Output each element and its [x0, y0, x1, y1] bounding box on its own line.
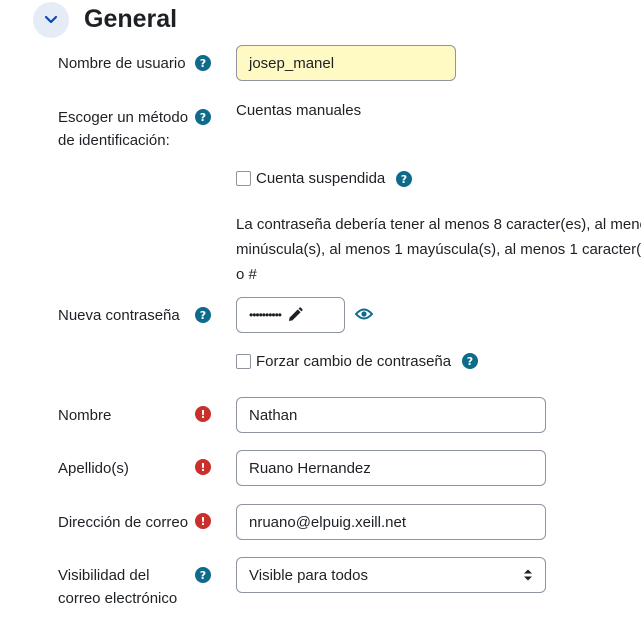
- pencil-icon[interactable]: [287, 307, 303, 323]
- email-label: Dirección de correo: [58, 514, 189, 531]
- required-icon: !: [195, 459, 211, 475]
- help-icon[interactable]: ?: [195, 307, 211, 323]
- email-visibility-select[interactable]: Visible para todos: [236, 557, 546, 593]
- password-policy-line2: minúscula(s), al menos 1 mayúscula(s), a…: [236, 241, 641, 258]
- suspended-checkbox[interactable]: [236, 171, 251, 186]
- force-password-change-checkbox[interactable]: [236, 354, 251, 369]
- new-password-field[interactable]: ••••••••••: [236, 297, 345, 333]
- email-input[interactable]: nruano@elpuig.xeill.net: [236, 504, 546, 540]
- lastname-label: Apellido(s): [58, 460, 129, 477]
- username-input[interactable]: josep_manel: [236, 45, 456, 81]
- auth-method-label: Escoger un método de identificación:: [58, 106, 188, 152]
- email-visibility-label-line2: correo electrónico: [58, 590, 178, 607]
- suspended-label: Cuenta suspendida: [256, 170, 386, 187]
- lastname-input[interactable]: Ruano Hernandez: [236, 450, 546, 486]
- help-icon[interactable]: ?: [195, 55, 211, 71]
- required-icon: !: [195, 513, 211, 529]
- chevron-down-icon: [44, 15, 58, 24]
- help-icon[interactable]: ?: [462, 353, 478, 369]
- new-password-label: Nueva contraseña: [58, 307, 180, 324]
- firstname-label: Nombre: [58, 407, 112, 424]
- password-policy-line1: La contraseña debería tener al menos 8 c…: [236, 216, 641, 233]
- email-visibility-value: Visible para todos: [249, 566, 368, 584]
- password-mask: ••••••••••: [249, 308, 282, 322]
- email-visibility-label: Visibilidad del correo electrónico: [58, 564, 177, 610]
- lastname-value: Ruano Hernandez: [249, 459, 371, 477]
- section-title: General: [84, 5, 178, 33]
- select-arrows-icon: [524, 569, 532, 581]
- help-icon[interactable]: ?: [195, 567, 211, 583]
- firstname-input[interactable]: Nathan: [236, 397, 546, 433]
- auth-method-label-line2: de identificación:: [58, 132, 170, 149]
- auth-method-label-line1: Escoger un método: [58, 109, 189, 126]
- auth-method-value: Cuentas manuales: [236, 102, 362, 119]
- eye-icon[interactable]: [355, 306, 373, 322]
- username-value: josep_manel: [249, 54, 335, 72]
- required-icon: !: [195, 406, 211, 422]
- collapse-general-button[interactable]: [33, 2, 69, 38]
- username-label: Nombre de usuario: [58, 55, 186, 72]
- password-policy-note: La contraseña debería tener al menos 8 c…: [236, 212, 641, 287]
- help-icon[interactable]: ?: [396, 171, 412, 187]
- password-policy-line3: o #: [236, 266, 257, 283]
- firstname-value: Nathan: [249, 406, 298, 424]
- help-icon[interactable]: ?: [195, 109, 211, 125]
- force-password-change-label: Forzar cambio de contraseña: [256, 353, 452, 370]
- email-visibility-label-line1: Visibilidad del: [58, 567, 150, 584]
- email-value: nruano@elpuig.xeill.net: [249, 513, 406, 531]
